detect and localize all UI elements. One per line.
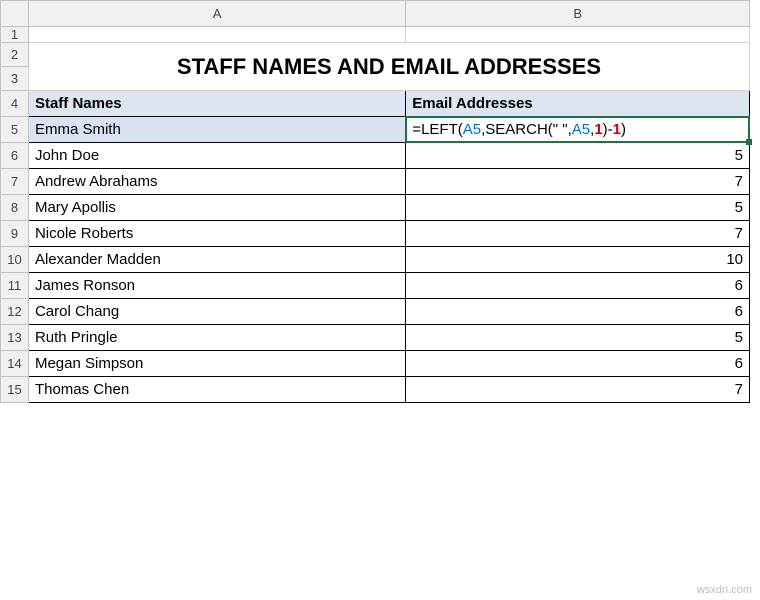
title-cell[interactable]: STAFF NAMES AND EMAIL ADDRESSES bbox=[28, 43, 749, 91]
cell-B6[interactable]: 5 bbox=[406, 143, 750, 169]
cell-A1[interactable] bbox=[28, 27, 405, 43]
cell-B8[interactable]: 5 bbox=[406, 195, 750, 221]
cell-B13[interactable]: 5 bbox=[406, 325, 750, 351]
cell-B7[interactable]: 7 bbox=[406, 169, 750, 195]
row-header-13[interactable]: 13 bbox=[1, 325, 29, 351]
cell-B14[interactable]: 6 bbox=[406, 351, 750, 377]
formula-string: " " bbox=[553, 121, 568, 138]
formula-fn-left: LEFT( bbox=[421, 121, 463, 138]
cell-A13[interactable]: Ruth Pringle bbox=[28, 325, 405, 351]
cell-A11[interactable]: James Ronson bbox=[28, 273, 405, 299]
cell-A12[interactable]: Carol Chang bbox=[28, 299, 405, 325]
cell-B5-active[interactable]: =LEFT(A5,SEARCH(" ",A5,1)-1) bbox=[406, 117, 750, 143]
row-header-10[interactable]: 10 bbox=[1, 247, 29, 273]
formula-ref-a5-2: A5 bbox=[572, 121, 590, 138]
formula-num-1a: 1 bbox=[594, 121, 602, 138]
cell-B1[interactable] bbox=[406, 27, 750, 43]
row-header-12[interactable]: 12 bbox=[1, 299, 29, 325]
row-header-6[interactable]: 6 bbox=[1, 143, 29, 169]
cell-A15[interactable]: Thomas Chen bbox=[28, 377, 405, 403]
cell-B9[interactable]: 7 bbox=[406, 221, 750, 247]
header-staff-names[interactable]: Staff Names bbox=[28, 91, 405, 117]
row-header-14[interactable]: 14 bbox=[1, 351, 29, 377]
watermark-text: wsxdn.com bbox=[697, 584, 752, 596]
cell-B11[interactable]: 6 bbox=[406, 273, 750, 299]
cell-A9[interactable]: Nicole Roberts bbox=[28, 221, 405, 247]
cell-A8[interactable]: Mary Apollis bbox=[28, 195, 405, 221]
row-header-5[interactable]: 5 bbox=[1, 117, 29, 143]
cell-A5[interactable]: Emma Smith bbox=[28, 117, 405, 143]
cell-B12[interactable]: 6 bbox=[406, 299, 750, 325]
row-header-8[interactable]: 8 bbox=[1, 195, 29, 221]
formula-ref-a5-1: A5 bbox=[463, 121, 481, 138]
col-header-B[interactable]: B bbox=[406, 1, 750, 27]
cell-B10[interactable]: 10 bbox=[406, 247, 750, 273]
cell-A10[interactable]: Alexander Madden bbox=[28, 247, 405, 273]
fill-handle[interactable] bbox=[746, 139, 752, 145]
col-header-A[interactable]: A bbox=[28, 1, 405, 27]
row-header-2[interactable]: 2 bbox=[1, 43, 29, 67]
formula-close: )- bbox=[603, 121, 613, 138]
row-header-7[interactable]: 7 bbox=[1, 169, 29, 195]
formula-close: ) bbox=[621, 121, 626, 138]
formula-editor[interactable]: =LEFT(A5,SEARCH(" ",A5,1)-1) bbox=[412, 121, 626, 138]
row-header-3[interactable]: 3 bbox=[1, 67, 29, 91]
formula-fn-search: SEARCH( bbox=[485, 121, 553, 138]
formula-part: = bbox=[412, 121, 421, 138]
row-header-4[interactable]: 4 bbox=[1, 91, 29, 117]
row-header-11[interactable]: 11 bbox=[1, 273, 29, 299]
cell-A7[interactable]: Andrew Abrahams bbox=[28, 169, 405, 195]
spreadsheet-grid[interactable]: A B 1 2 STAFF NAMES AND EMAIL ADDRESSES … bbox=[0, 0, 750, 403]
formula-num-1b: 1 bbox=[613, 121, 621, 138]
cell-A6[interactable]: John Doe bbox=[28, 143, 405, 169]
cell-B15[interactable]: 7 bbox=[406, 377, 750, 403]
row-header-1[interactable]: 1 bbox=[1, 27, 29, 43]
row-header-9[interactable]: 9 bbox=[1, 221, 29, 247]
select-all-corner[interactable] bbox=[1, 1, 29, 27]
row-header-15[interactable]: 15 bbox=[1, 377, 29, 403]
cell-A14[interactable]: Megan Simpson bbox=[28, 351, 405, 377]
header-email-addresses[interactable]: Email Addresses bbox=[406, 91, 750, 117]
